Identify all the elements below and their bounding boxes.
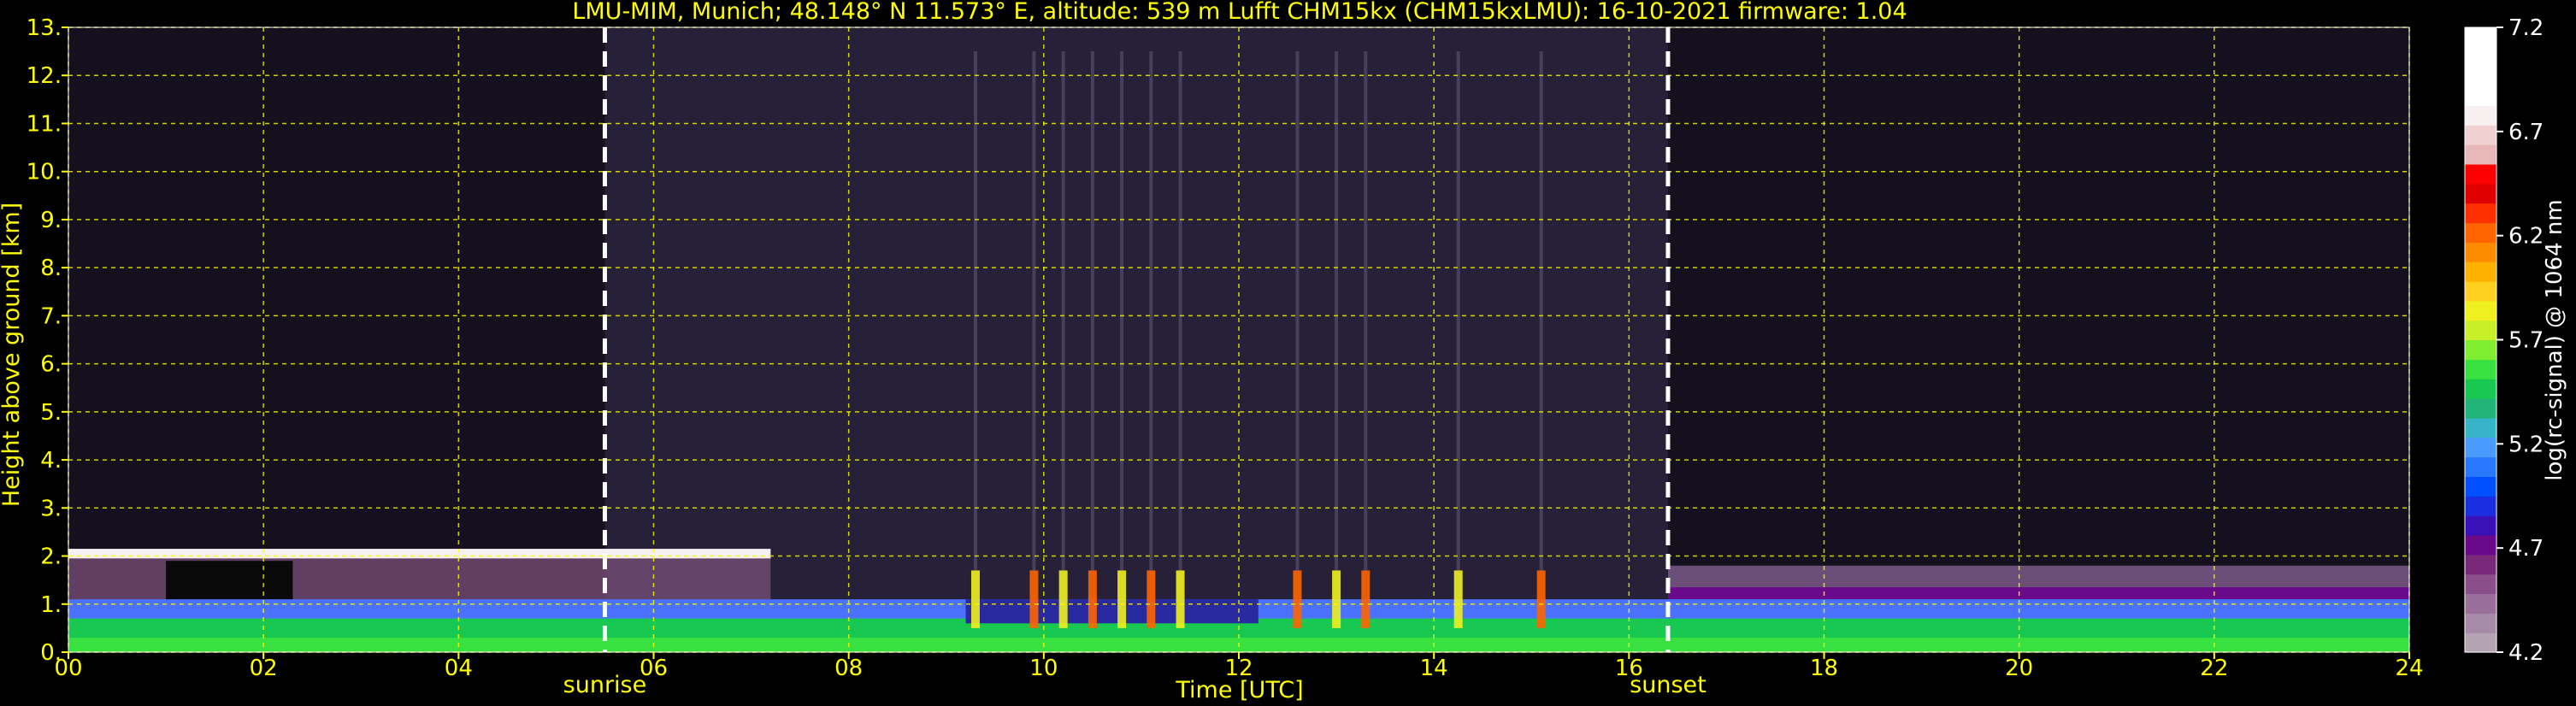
colorbar-swatch	[2465, 66, 2496, 87]
colorbar-tick-label: 4.2	[2508, 640, 2544, 666]
colorbar-swatch	[2465, 554, 2496, 575]
colorbar-swatch	[2465, 85, 2496, 106]
colorbar-swatch	[2465, 379, 2496, 399]
colorbar-swatch	[2465, 593, 2496, 614]
colorbar-swatch	[2465, 222, 2496, 243]
convective-plume	[1176, 570, 1185, 628]
colorbar-swatch	[2465, 398, 2496, 419]
convective-plume	[1293, 570, 1302, 628]
plume-trail	[973, 51, 977, 571]
colorbar-tick-label: 6.2	[2508, 224, 2544, 250]
colorbar-swatch	[2465, 125, 2496, 145]
plume-trail	[1061, 51, 1065, 571]
y-tick-label: 7.	[40, 303, 62, 329]
plume-trail	[1335, 51, 1339, 571]
plume-trail	[1295, 51, 1300, 571]
plume-trail	[1178, 51, 1182, 571]
colorbar-swatch	[2465, 339, 2496, 360]
y-tick-label: 1.	[40, 592, 62, 618]
y-tick-label: 10.	[27, 160, 62, 185]
colorbar-tick-label: 5.2	[2508, 432, 2544, 457]
y-tick-label: 3.	[40, 496, 62, 521]
y-tick-label: 8.	[40, 256, 62, 281]
nocturnal-layer-core	[1667, 587, 2409, 600]
colorbar-swatch	[2465, 242, 2496, 262]
x-tick-label: 16	[1615, 656, 1643, 681]
colorbar-swatch	[2465, 300, 2496, 321]
colorbar-swatch	[2465, 359, 2496, 379]
colorbar-tick-label: 7.2	[2508, 15, 2544, 41]
convective-plume	[1058, 570, 1068, 628]
y-tick-label: 4.	[40, 448, 62, 474]
colorbar-swatch	[2465, 280, 2496, 302]
y-tick-label: 5.	[40, 400, 62, 426]
colorbar-swatch	[2465, 183, 2496, 204]
plume-trail	[1364, 51, 1368, 571]
colorbar-tick-label: 5.7	[2508, 328, 2544, 354]
colorbar-label: log(rc-signal) @ 1064 nm	[2542, 199, 2567, 480]
chart-title: LMU-MIM, Munich; 48.148° N 11.573° E, al…	[572, 0, 1907, 25]
plume-trail	[1539, 51, 1543, 571]
x-tick-label: 06	[640, 656, 668, 681]
colorbar-swatch	[2465, 262, 2496, 282]
convective-plume	[1088, 570, 1097, 628]
colorbar-swatch	[2465, 105, 2496, 126]
colorbar-swatch	[2465, 613, 2496, 633]
x-tick-label: 10	[1029, 656, 1058, 681]
colorbar-swatch	[2465, 144, 2496, 165]
x-tick-label: 08	[834, 656, 863, 681]
y-tick-label: 12.	[27, 63, 62, 89]
colorbar-tick-label: 6.7	[2508, 120, 2544, 145]
cloud-top-band	[68, 549, 771, 559]
colorbar-swatch	[2465, 163, 2496, 185]
plume-trail	[1456, 51, 1460, 571]
plume-trail	[1032, 51, 1036, 571]
x-tick-label: 18	[1810, 656, 1838, 681]
convective-plume	[970, 570, 980, 628]
y-tick-label: 9.	[40, 208, 62, 233]
convective-plume	[1536, 570, 1546, 628]
colorbar-swatch	[2465, 496, 2496, 516]
colorbar-swatch	[2465, 515, 2496, 536]
x-tick-label: 22	[2200, 656, 2228, 681]
colorbar-swatch	[2465, 203, 2496, 224]
plume-trail	[1120, 51, 1124, 571]
colorbar-swatch	[2465, 534, 2496, 556]
sunrise-label: sunrise	[563, 672, 647, 698]
convective-plume	[1361, 570, 1371, 628]
x-axis-label: Time [UTC]	[1175, 677, 1303, 703]
colorbar	[2464, 26, 2497, 653]
convective-plume	[1117, 570, 1127, 628]
plume-trail	[1149, 51, 1153, 571]
colorbar-swatch	[2465, 456, 2496, 478]
colorbar-swatch	[2465, 417, 2496, 438]
convective-plume	[1029, 570, 1039, 628]
midday-layer	[965, 599, 1259, 624]
colorbar-swatch	[2465, 27, 2496, 48]
convective-plume	[1453, 570, 1463, 628]
y-tick-label: 11.	[27, 111, 62, 137]
plume-trail	[1090, 51, 1094, 571]
colorbar-swatch	[2465, 476, 2496, 497]
colorbar-swatch	[2465, 320, 2496, 341]
y-tick-label: 2.	[40, 544, 62, 570]
x-tick-label: 00	[54, 656, 82, 681]
x-tick-label: 02	[250, 656, 278, 681]
colorbar-swatch	[2465, 632, 2496, 653]
colorbar-swatch	[2465, 437, 2496, 458]
colorbar-swatch	[2465, 574, 2496, 595]
x-tick-label: 04	[445, 656, 473, 681]
convective-plume	[1147, 570, 1156, 628]
y-axis-label: Height above ground [km]	[0, 203, 25, 507]
x-tick-label: 14	[1420, 656, 1448, 681]
ceilometer-chart: LMU-MIM, Munich; 48.148° N 11.573° E, al…	[0, 0, 2576, 706]
x-tick-label: 24	[2395, 656, 2423, 681]
x-tick-label: 20	[2005, 656, 2033, 681]
y-tick-label: 6.	[40, 352, 62, 378]
y-tick-label: 13.	[27, 15, 62, 41]
convective-plume	[1332, 570, 1341, 628]
colorbar-swatch	[2465, 46, 2496, 68]
colorbar-tick-label: 4.7	[2508, 536, 2544, 562]
